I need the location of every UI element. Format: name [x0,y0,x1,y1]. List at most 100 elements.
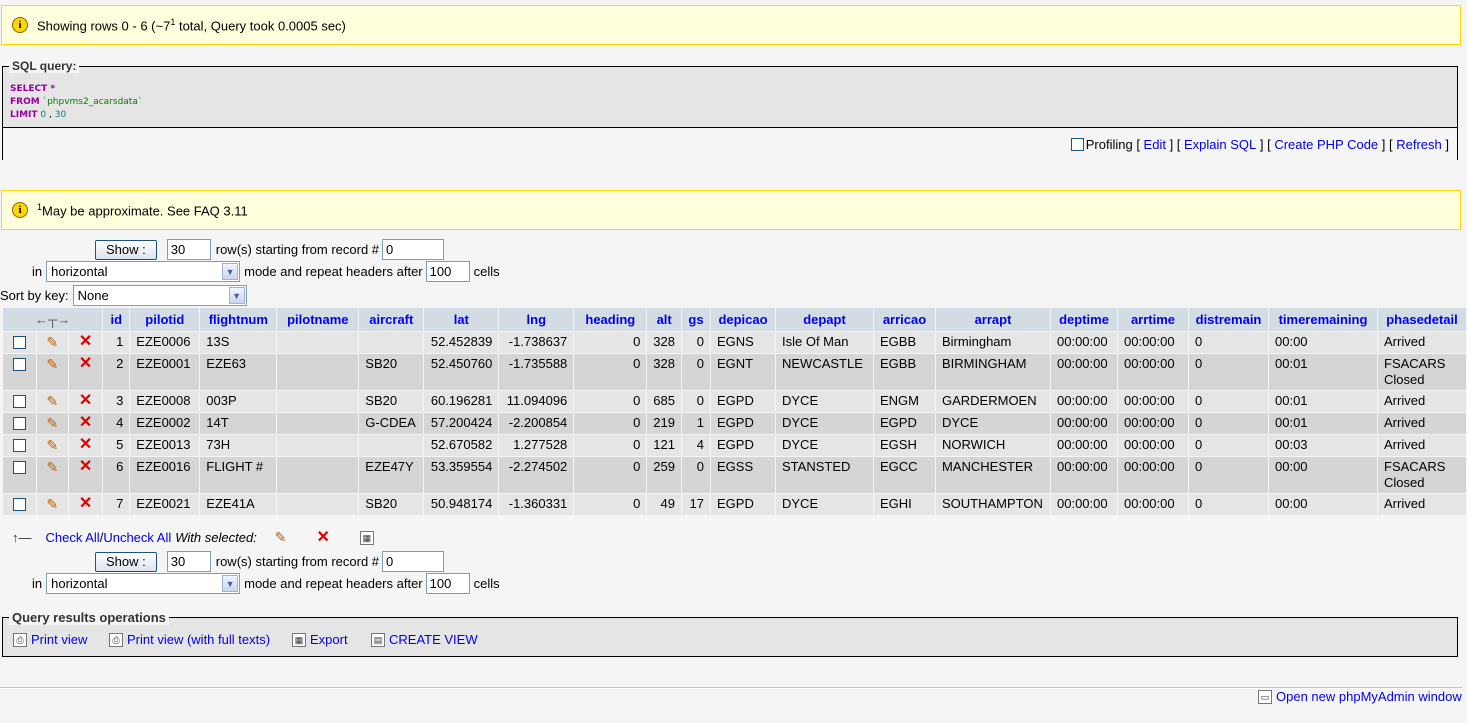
rows-count-input[interactable]: 30 [166,239,211,260]
export-link[interactable]: Export [310,632,348,647]
export-item[interactable]: ▦ Export [292,632,348,647]
cell-gs: 0 [682,391,710,412]
column-header-lat[interactable]: lat [424,308,499,331]
row-edit-cell[interactable]: ✎ [36,391,68,412]
row-delete-cell[interactable]: ✕ [68,457,103,493]
row-checkbox-cell[interactable] [3,391,36,412]
row-checkbox-cell[interactable] [3,413,36,434]
row-checkbox-cell[interactable] [3,354,36,390]
row-checkbox[interactable] [12,358,26,372]
profiling-checkbox[interactable] [1070,137,1084,151]
column-header-phasedetail[interactable]: phasedetail [1378,308,1466,331]
column-header-lng[interactable]: lng [499,308,574,331]
delete-icon[interactable]: ✕ [79,355,92,372]
delete-icon[interactable]: ✕ [79,333,92,350]
uncheck-all-link[interactable]: Uncheck All [103,530,171,545]
export-selected-icon[interactable]: ▦ [359,530,374,545]
repeat-headers-input-bottom[interactable]: 100 [425,573,470,594]
column-resize-control[interactable]: ←┬→ [3,308,103,331]
column-header-gs[interactable]: gs [682,308,710,331]
row-checkbox-cell[interactable] [3,494,36,515]
row-checkbox[interactable] [12,461,26,475]
pencil-icon[interactable]: ✎ [46,496,58,512]
row-delete-cell[interactable]: ✕ [68,494,103,515]
rows-count-input-bottom[interactable]: 30 [166,551,211,572]
row-delete-cell[interactable]: ✕ [68,332,103,353]
cell-arrtime: 00:00:00 [1118,413,1188,434]
edit-link[interactable]: Edit [1144,137,1166,152]
row-checkbox[interactable] [12,498,26,512]
column-header-alt[interactable]: alt [647,308,681,331]
pencil-icon[interactable]: ✎ [46,334,58,350]
row-edit-cell[interactable]: ✎ [36,494,68,515]
column-header-pilotid[interactable]: pilotid [130,308,200,331]
row-edit-cell[interactable]: ✎ [36,354,68,390]
row-edit-cell[interactable]: ✎ [36,332,68,353]
column-header-depapt[interactable]: depapt [776,308,873,331]
pencil-icon[interactable]: ✎ [46,459,58,475]
pencil-icon[interactable]: ✎ [46,393,58,409]
delete-icon[interactable]: ✕ [79,495,92,512]
delete-icon[interactable]: ✕ [79,436,92,453]
print-view-link[interactable]: Print view [31,632,87,647]
start-record-input-bottom[interactable]: 0 [382,551,445,572]
pencil-icon[interactable]: ✎ [46,356,58,372]
row-checkbox[interactable] [12,439,26,453]
print-view-full-item[interactable]: ⎙ Print view (with full texts) [109,632,270,647]
row-edit-cell[interactable]: ✎ [36,435,68,456]
delete-selected-icon[interactable]: ✕ [317,529,330,545]
open-new-window-link[interactable]: Open new phpMyAdmin window [1276,689,1462,704]
column-header-id[interactable]: id [103,308,130,331]
column-header-arrtime[interactable]: arrtime [1118,308,1188,331]
printer-icon: ⎙ [13,632,27,647]
row-checkbox-cell[interactable] [3,435,36,456]
create-view-link[interactable]: CREATE VIEW [389,632,478,647]
sort-by-key-select[interactable]: None ▼ [72,285,247,306]
start-record-input[interactable]: 0 [382,239,445,260]
pencil-icon[interactable]: ✎ [46,437,58,453]
create-php-code-link[interactable]: Create PHP Code [1274,137,1378,152]
show-button-bottom[interactable]: Show : [95,551,157,572]
cell-alt: 121 [647,435,681,456]
repeat-headers-input[interactable]: 100 [425,261,470,282]
delete-icon[interactable]: ✕ [79,458,92,475]
delete-icon[interactable]: ✕ [79,392,92,409]
cell-arricao: EGSH [874,435,935,456]
create-view-item[interactable]: ▤ CREATE VIEW [371,632,478,647]
print-view-full-link[interactable]: Print view (with full texts) [127,632,270,647]
check-all-link[interactable]: Check All [46,530,100,545]
view-icon: ▤ [371,632,385,647]
row-edit-cell[interactable]: ✎ [36,413,68,434]
row-edit-cell[interactable]: ✎ [36,457,68,493]
display-mode-select-bottom[interactable]: horizontal ▼ [46,573,241,594]
row-delete-cell[interactable]: ✕ [68,391,103,412]
pencil-icon[interactable]: ✎ [46,415,58,431]
row-checkbox[interactable] [12,417,26,431]
column-header-arricao[interactable]: arricao [874,308,935,331]
row-checkbox-cell[interactable] [3,332,36,353]
column-header-arrapt[interactable]: arrapt [936,308,1050,331]
column-header-aircraft[interactable]: aircraft [359,308,424,331]
row-delete-cell[interactable]: ✕ [68,413,103,434]
column-header-heading[interactable]: heading [574,308,647,331]
column-header-timeremaining[interactable]: timeremaining [1269,308,1377,331]
edit-selected-icon[interactable]: ✎ [275,529,287,546]
cell-depicao: EGNS [711,332,775,353]
column-header-flightnum[interactable]: flightnum [200,308,277,331]
print-view-item[interactable]: ⎙ Print view [13,632,87,647]
cell-gs: 17 [682,494,710,515]
refresh-link[interactable]: Refresh [1396,137,1442,152]
column-header-deptime[interactable]: deptime [1051,308,1117,331]
row-delete-cell[interactable]: ✕ [68,435,103,456]
column-header-distremain[interactable]: distremain [1189,308,1268,331]
column-header-depicao[interactable]: depicao [711,308,775,331]
row-delete-cell[interactable]: ✕ [68,354,103,390]
row-checkbox-cell[interactable] [3,457,36,493]
column-header-pilotname[interactable]: pilotname [277,308,359,331]
display-mode-select[interactable]: horizontal ▼ [46,261,241,282]
row-checkbox[interactable] [12,395,26,409]
show-button[interactable]: Show : [95,239,157,260]
delete-icon[interactable]: ✕ [79,414,92,431]
row-checkbox[interactable] [12,336,26,350]
explain-sql-link[interactable]: Explain SQL [1184,137,1256,152]
